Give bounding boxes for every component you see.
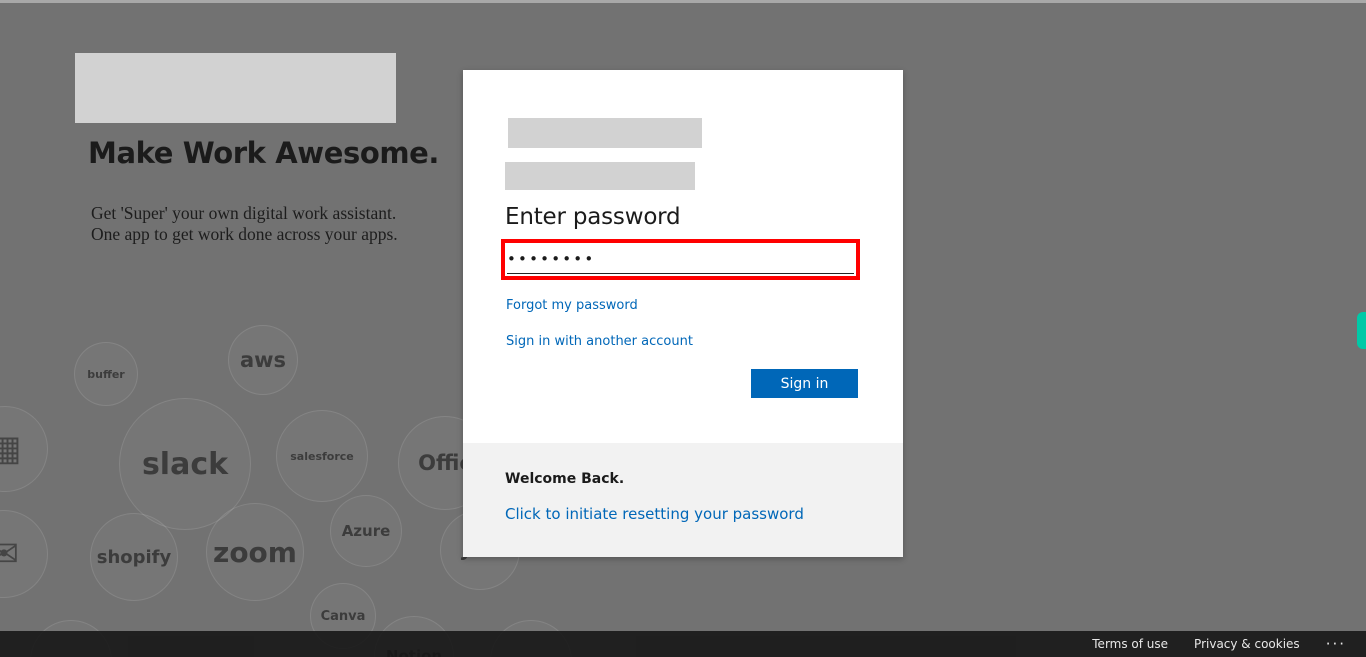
calendar-icon-glyph: ▦ (0, 429, 22, 469)
calendar-icon: ▦ (0, 406, 48, 492)
marketing-subtext-line-2: One app to get work done across your app… (91, 224, 398, 244)
brand-logo-placeholder (75, 53, 396, 123)
signin-dialog-footer: Welcome Back. Click to initiate resettin… (463, 443, 903, 557)
bubble-label: slack (141, 446, 229, 482)
account-name-placeholder (505, 162, 695, 190)
mail-icon: ✉ (0, 510, 48, 598)
reset-password-link[interactable]: Click to initiate resetting your passwor… (505, 505, 804, 523)
bubble-label: shopify (96, 546, 172, 568)
bubble-label: buffer (87, 367, 125, 381)
welcome-back-text: Welcome Back. (505, 471, 625, 487)
password-field-wrapper[interactable] (507, 245, 854, 274)
marketing-subtext-line-1: Get 'Super' your own digital work assist… (91, 203, 397, 223)
marketing-subtext: Get 'Super' your own digital work assist… (91, 203, 441, 245)
signin-dialog: Enter password Forgot my password Sign i… (463, 70, 903, 557)
aws-icon: aws (228, 325, 298, 395)
salesforce-icon: salesforce (276, 410, 368, 502)
marketing-headline: Make Work Awesome. (88, 136, 440, 170)
password-heading: Enter password (505, 204, 681, 230)
mail-icon-glyph: ✉ (0, 533, 19, 575)
privacy-cookies-link[interactable]: Privacy & cookies (1194, 637, 1300, 651)
forgot-password-link[interactable]: Forgot my password (506, 298, 638, 313)
bubble-label: aws (239, 348, 287, 372)
bubble-label: Canva (320, 608, 366, 624)
bubble-label: Azure (341, 522, 391, 540)
signin-page: bufferaws▦slacksalesforceOfficAzure✉shop… (0, 0, 1366, 657)
sign-in-another-account-link[interactable]: Sign in with another account (506, 334, 693, 349)
account-logo-placeholder (508, 118, 702, 148)
bubble-label: salesforce (290, 449, 354, 463)
azure-icon: Azure (330, 495, 402, 567)
more-options-icon[interactable]: ··· (1326, 637, 1346, 652)
marketing-panel: bufferaws▦slacksalesforceOfficAzure✉shop… (0, 0, 572, 657)
sign-in-button[interactable]: Sign in (751, 369, 858, 398)
buffer-icon: buffer (74, 342, 138, 406)
page-footer-bar: Terms of use Privacy & cookies ··· (0, 631, 1366, 657)
bubble-label: zoom (213, 535, 297, 569)
shopify-icon: shopify (90, 513, 178, 601)
password-input[interactable] (507, 245, 854, 273)
signin-dialog-body: Enter password Forgot my password Sign i… (463, 70, 903, 443)
terms-of-use-link[interactable]: Terms of use (1092, 637, 1168, 651)
zoom-icon: zoom (206, 503, 304, 601)
edge-slideout-tab[interactable] (1357, 312, 1366, 349)
